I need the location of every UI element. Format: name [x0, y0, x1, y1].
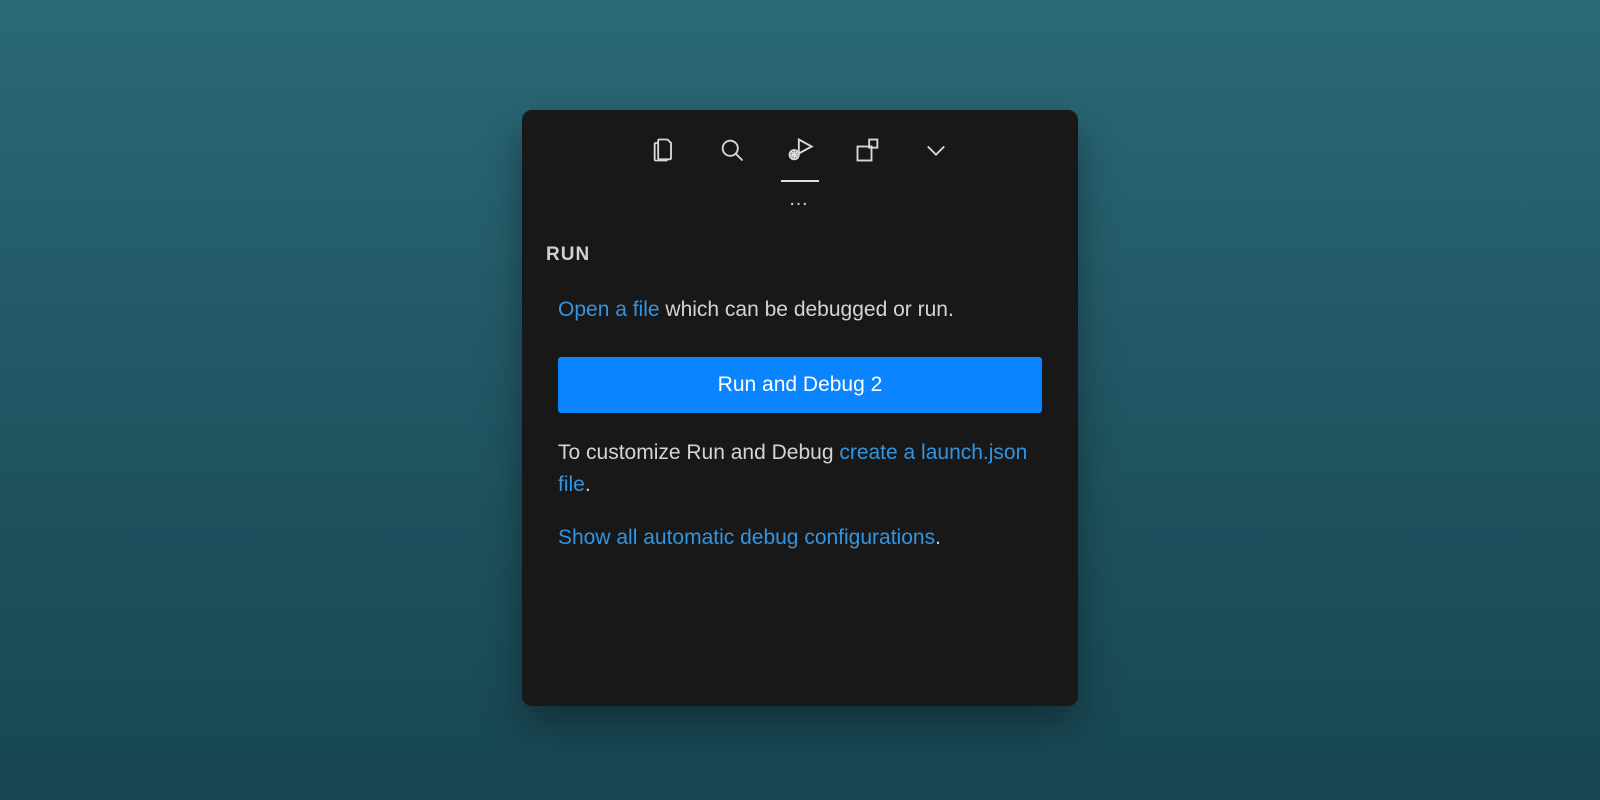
run-debug-icon [786, 136, 814, 169]
explorer-tab[interactable] [649, 137, 679, 167]
panel-more-actions[interactable]: … [522, 172, 1078, 210]
search-tab[interactable] [717, 137, 747, 167]
open-file-prompt: Open a file which can be debugged or run… [558, 294, 1042, 327]
search-icon [718, 136, 746, 169]
chevron-down-icon [922, 136, 950, 169]
files-icon [650, 136, 678, 169]
ellipsis-icon: … [789, 188, 812, 210]
show-auto-configs-link[interactable]: Show all automatic debug configurations [558, 526, 935, 549]
show-configs-prompt: Show all automatic debug configurations. [558, 522, 1042, 555]
run-panel-content: Open a file which can be debugged or run… [522, 294, 1078, 554]
run-and-debug-button[interactable]: Run and Debug 2 [558, 357, 1042, 413]
open-file-tail: which can be debugged or run. [660, 298, 954, 321]
extensions-icon [854, 136, 882, 169]
open-file-link[interactable]: Open a file [558, 298, 660, 321]
customize-lead: To customize Run and Debug [558, 441, 839, 464]
section-heading-run: Run [522, 210, 1078, 266]
more-tabs-dropdown[interactable] [921, 137, 951, 167]
customize-prompt: To customize Run and Debug create a laun… [558, 437, 1042, 502]
show-configs-tail: . [935, 526, 941, 549]
extensions-tab[interactable] [853, 137, 883, 167]
run-debug-panel: … Run Open a file which can be debugged … [522, 110, 1078, 706]
customize-tail: . [585, 473, 591, 496]
run-debug-tab[interactable] [785, 137, 815, 167]
activity-tabbar [522, 110, 1078, 172]
